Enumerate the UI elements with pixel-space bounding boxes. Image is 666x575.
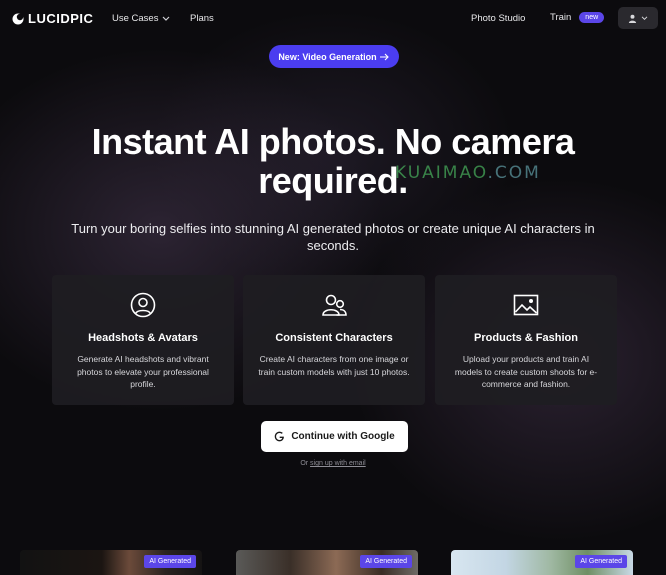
feature-description: Upload your products and train AI models… bbox=[454, 354, 598, 389]
brand-logo[interactable]: LUCIDPIC bbox=[12, 11, 93, 26]
nav-plans[interactable]: Plans bbox=[190, 13, 214, 24]
nav-photo-studio[interactable]: Photo Studio bbox=[471, 13, 525, 24]
alt-prefix: Or bbox=[300, 460, 309, 467]
hero-subheading: Turn your boring selfies into stunning A… bbox=[71, 221, 595, 253]
feature-card-characters[interactable]: Consistent Characters Create AI characte… bbox=[243, 275, 425, 405]
feature-card-products[interactable]: Products & Fashion Upload your products … bbox=[435, 275, 617, 405]
google-button-label: Continue with Google bbox=[291, 431, 395, 442]
gallery-thumb[interactable]: AI Generated bbox=[20, 550, 202, 575]
brand-name: LUCIDPIC bbox=[28, 11, 94, 26]
nav-use-cases-label: Use Cases bbox=[112, 13, 159, 24]
ai-generated-tag: AI Generated bbox=[144, 555, 196, 568]
chevron-down-icon bbox=[163, 16, 170, 21]
watermark: KUAIMAO.COM bbox=[395, 163, 541, 183]
gallery-thumb[interactable]: AI Generated bbox=[236, 550, 418, 575]
announcement-label: New: Video Generation bbox=[278, 51, 377, 62]
hero-headline: Instant AI photos. No camera required. bbox=[0, 122, 666, 200]
email-signup-line: Or sign up with email bbox=[0, 460, 666, 467]
chevron-down-icon bbox=[641, 15, 648, 20]
users-icon bbox=[322, 294, 347, 316]
feature-title: Consistent Characters bbox=[275, 332, 393, 344]
hero-headline-line2: required. bbox=[258, 160, 408, 201]
arrow-right-icon bbox=[379, 53, 389, 60]
feature-title: Headshots & Avatars bbox=[88, 332, 198, 344]
top-navigation: LUCIDPIC Use Cases Plans Photo Studio Tr… bbox=[0, 0, 666, 38]
logo-mark-icon bbox=[12, 13, 24, 24]
watermark-part1: KUAIMAO bbox=[395, 163, 488, 183]
google-icon bbox=[275, 431, 285, 442]
new-badge: new bbox=[579, 12, 605, 23]
image-icon bbox=[513, 294, 539, 316]
nav-train[interactable]: Train new bbox=[550, 12, 605, 23]
hero-headline-line1: Instant AI photos. No camera bbox=[91, 121, 575, 162]
feature-title: Products & Fashion bbox=[474, 332, 578, 344]
user-icon bbox=[628, 14, 637, 23]
feature-card-headshots[interactable]: Headshots & Avatars Generate AI headshot… bbox=[52, 275, 234, 405]
ai-generated-tag: AI Generated bbox=[360, 555, 412, 568]
nav-use-cases[interactable]: Use Cases bbox=[112, 13, 170, 24]
feature-description: Generate AI headshots and vibrant photos… bbox=[77, 354, 209, 389]
sign-up-with-email-link[interactable]: sign up with email bbox=[310, 460, 366, 467]
nav-train-label: Train bbox=[550, 12, 572, 23]
user-circle-icon bbox=[130, 292, 156, 318]
feature-description: Create AI characters from one image or t… bbox=[258, 354, 410, 377]
ai-generated-tag: AI Generated bbox=[575, 555, 627, 568]
continue-with-google-button[interactable]: Continue with Google bbox=[261, 421, 408, 452]
gallery-thumb[interactable]: AI Generated bbox=[451, 550, 633, 575]
user-menu-button[interactable] bbox=[618, 7, 658, 29]
video-generation-announcement[interactable]: New: Video Generation bbox=[269, 45, 399, 68]
watermark-part2: .COM bbox=[487, 163, 541, 183]
feature-cards: Headshots & Avatars Generate AI headshot… bbox=[52, 275, 617, 405]
